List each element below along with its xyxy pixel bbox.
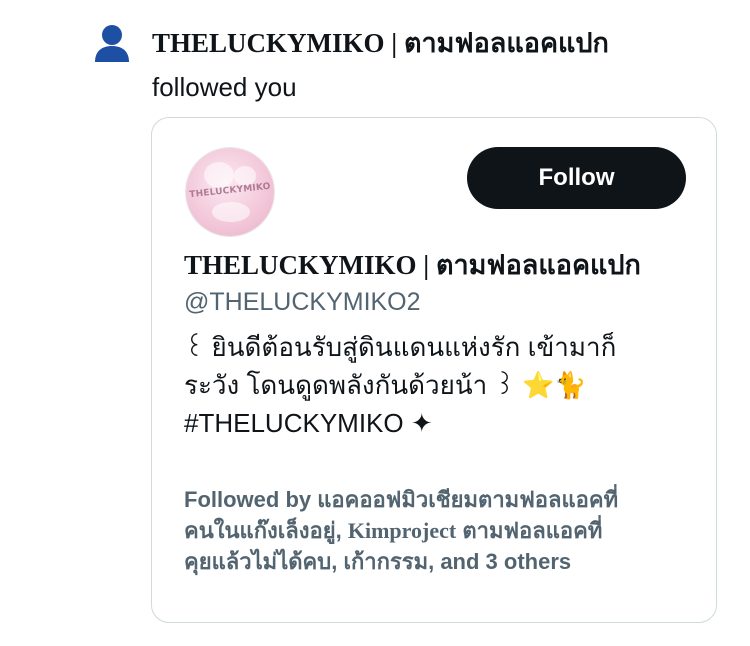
followed-by-line: คุยแล้วไม่ได้คบ, เก้ากรรม, and 3 others <box>184 549 572 574</box>
followed-by-name: คนในแก๊งเล็งอยู่, <box>184 518 348 543</box>
card-handle: @THELUCKYMIKO2 <box>184 288 421 316</box>
followed-by[interactable]: Followed by แอคออฟมิวเชียมตามฟอลแอคที่ ค… <box>184 484 684 577</box>
card-display-name[interactable]: THELUCKYMIKO | ตามฟอลแอคแปก <box>184 248 641 282</box>
avatar-decoration <box>204 162 234 188</box>
followed-by-line: คนในแก๊งเล็งอยู่, Kimproject ตามฟอลแอคที… <box>184 515 684 546</box>
card-bio: ꒰ ยินดีต้อนรับสู่ดินแดนแห่งรัก เข้ามาก็ … <box>184 328 684 442</box>
bio-line: ระวัง โดนดูดพลังกันด้วยน้า ꒱ ⭐️🐈 <box>184 370 587 400</box>
person-icon <box>95 25 129 62</box>
bio-hashtag[interactable]: #THELUCKYMIKO ✦ <box>184 404 684 442</box>
followed-by-name: แอคออฟมิวเชียมตามฟอลแอคที่ <box>317 487 619 512</box>
avatar-decoration <box>212 202 250 222</box>
notification-action-text: followed you <box>152 72 297 102</box>
user-card[interactable]: THELUCKYMIKO Follow THELUCKYMIKO | ตามฟอ… <box>151 117 717 623</box>
avatar-logo-text: THELUCKYMIKO <box>188 181 272 201</box>
follow-button[interactable]: Follow <box>467 147 686 209</box>
followed-by-line: Followed by แอคออฟมิวเชียมตามฟอลแอคที่ <box>184 484 684 515</box>
avatar[interactable]: THELUCKYMIKO <box>186 148 274 236</box>
followed-by-name: Kimproject <box>347 518 457 543</box>
notification-user-name[interactable]: THELUCKYMIKO | ตามฟอลแอคแปก <box>152 26 609 60</box>
followed-by-name: ตามฟอลแอคที่ <box>456 518 603 543</box>
followed-by-prefix: Followed by <box>184 487 318 512</box>
bio-line: ꒰ ยินดีต้อนรับสู่ดินแดนแห่งรัก เข้ามาก็ <box>184 332 617 362</box>
